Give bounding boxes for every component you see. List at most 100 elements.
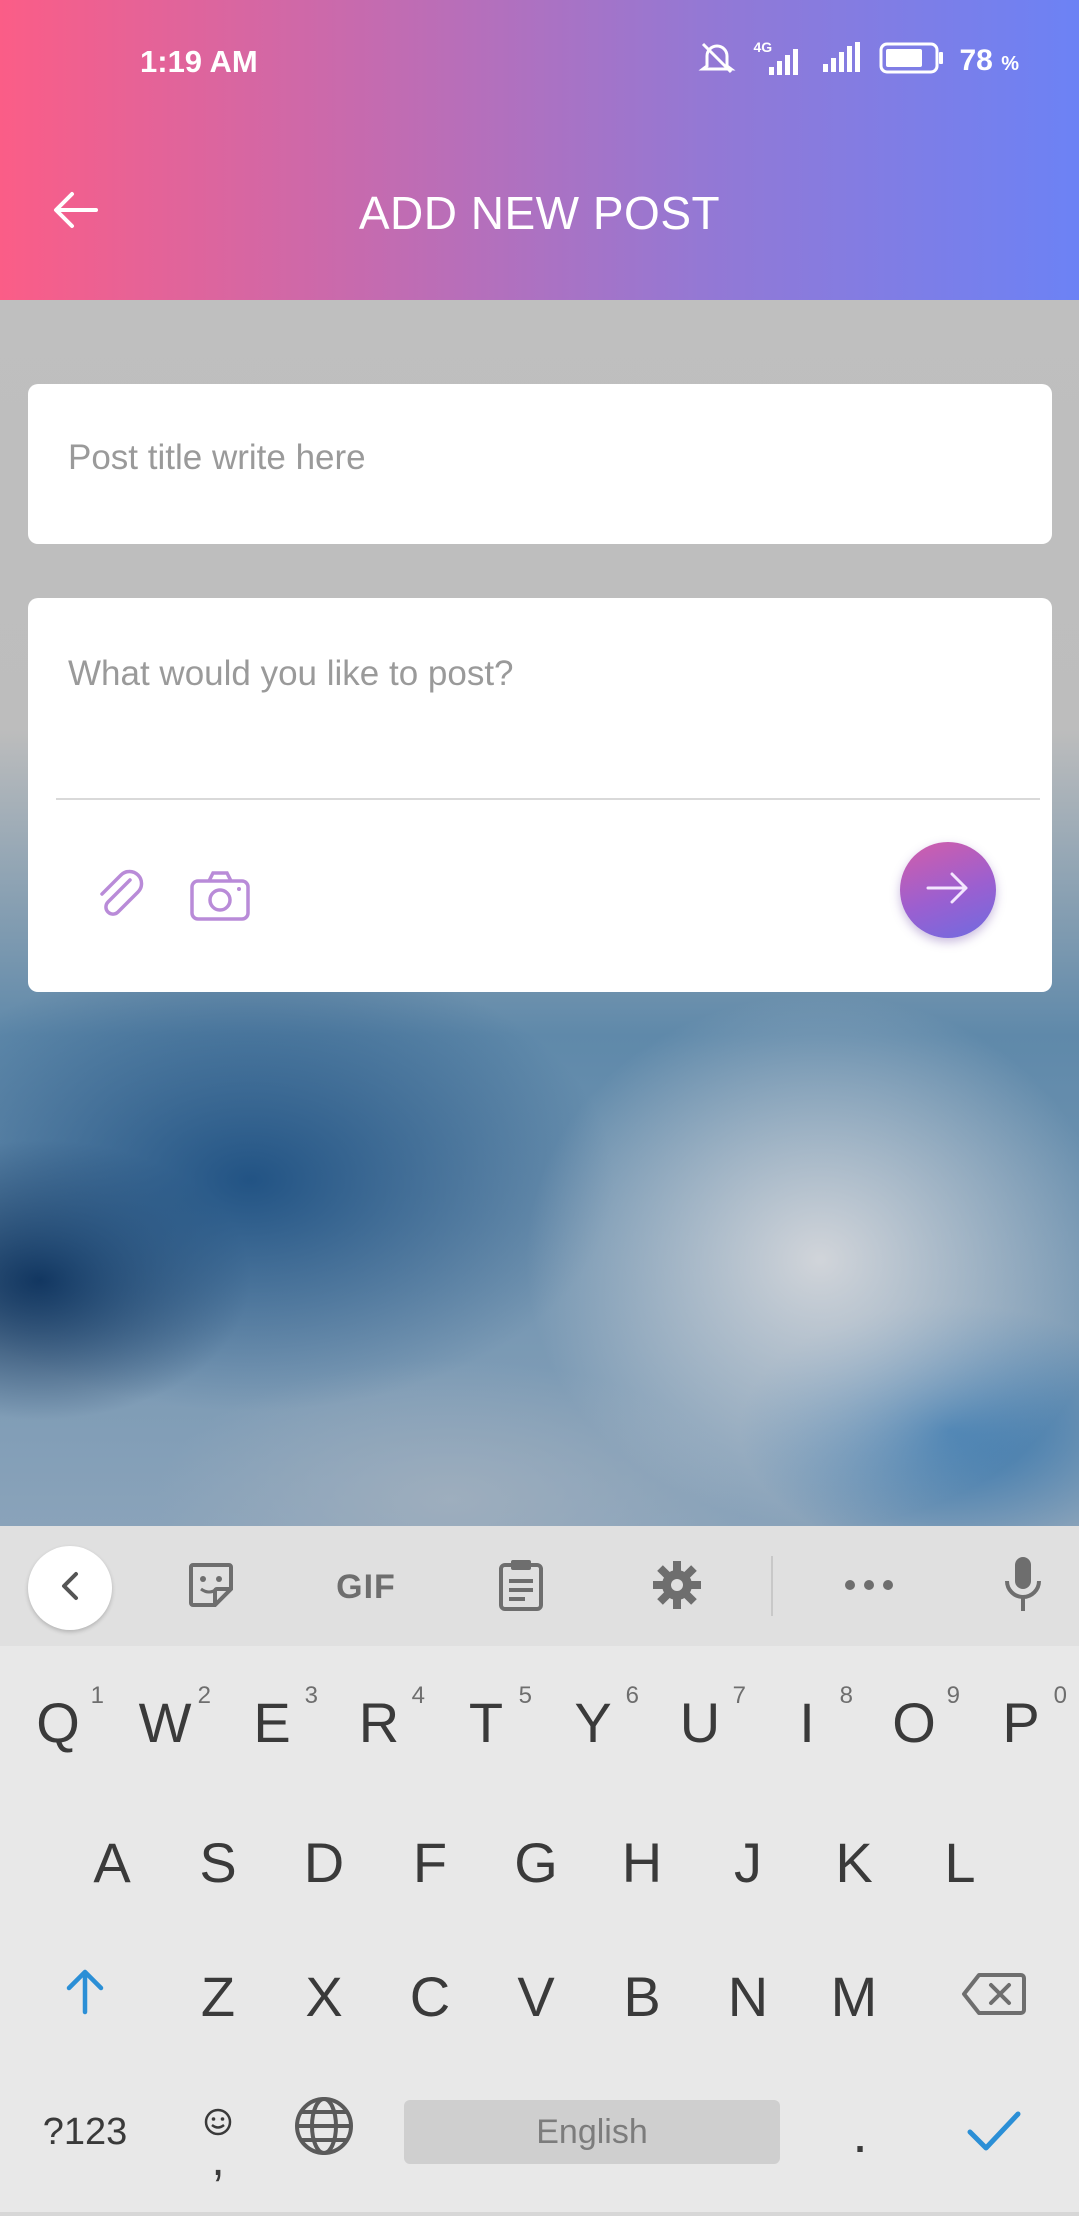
gear-icon (651, 1559, 703, 1616)
voice-input-button[interactable] (988, 1552, 1058, 1622)
battery-percent: 78 % (959, 43, 1019, 77)
key-m[interactable]: M (804, 1946, 904, 2046)
key-label: E (253, 1690, 291, 1754)
key-a[interactable]: A (62, 1812, 162, 1912)
key-number: 9 (946, 1682, 960, 1709)
key-number: 6 (625, 1682, 639, 1709)
key-label: U (679, 1690, 721, 1754)
app-header: 1:19 AM 4G 78 % ADD NEW POST (0, 0, 1079, 300)
status-icons: 4G 78 % (697, 39, 1019, 81)
key-label: Q (36, 1690, 80, 1754)
symbols-key[interactable]: ?123 (35, 2082, 135, 2182)
key-l[interactable]: L (910, 1812, 1010, 1912)
microphone-icon (1001, 1555, 1045, 1620)
key-n[interactable]: N (698, 1946, 798, 2046)
key-label: P (1002, 1690, 1040, 1754)
language-key[interactable] (274, 2082, 374, 2182)
attach-button[interactable] (80, 858, 160, 938)
key-label: I (799, 1690, 815, 1754)
chevron-left-icon (55, 1568, 85, 1609)
silent-bell-icon (697, 40, 737, 81)
period-key[interactable]: . (810, 2082, 910, 2182)
content-area (0, 300, 1079, 1526)
more-icon (843, 1578, 895, 1597)
key-t[interactable]: T5 (436, 1672, 536, 1772)
key-d[interactable]: D (274, 1812, 374, 1912)
space-key[interactable]: English (404, 2100, 780, 2164)
key-k[interactable]: K (804, 1812, 904, 1912)
clipboard-icon (497, 1557, 545, 1618)
clipboard-button[interactable] (486, 1552, 556, 1622)
key-number: 2 (197, 1682, 211, 1709)
key-j[interactable]: J (698, 1812, 798, 1912)
comma-label: , (211, 2132, 225, 2186)
camera-button[interactable] (180, 858, 260, 938)
key-u[interactable]: U7 (650, 1672, 750, 1772)
soft-keyboard: GIF Q1 W2 E3 R4 T5 Y6 U 7 I 8 O 9 P 0 A … (0, 1526, 1079, 2216)
sticker-icon (185, 1559, 237, 1616)
status-time: 1:19 AM (140, 44, 258, 79)
key-z[interactable]: Z (168, 1946, 268, 2046)
more-button[interactable] (834, 1552, 904, 1622)
post-title-card (28, 384, 1052, 544)
gif-button[interactable]: GIF (326, 1552, 406, 1622)
post-body-card (28, 598, 1052, 992)
shift-arrow-icon (63, 1964, 107, 2029)
key-label: R (358, 1690, 400, 1754)
emoji-comma-key[interactable]: , (168, 2082, 268, 2186)
signal-4g-icon: 4G (751, 39, 807, 79)
key-x[interactable]: X (274, 1946, 374, 2046)
status-bar: 1:19 AM 4G 78 % (0, 0, 1079, 120)
checkmark-icon (966, 2100, 1022, 2165)
key-number: 4 (411, 1682, 425, 1709)
arrow-right-icon (924, 868, 972, 913)
sticker-button[interactable] (176, 1552, 246, 1622)
key-h[interactable]: H (592, 1812, 692, 1912)
globe-icon (293, 2095, 355, 2170)
post-body-input[interactable] (68, 654, 1008, 734)
key-q[interactable]: Q1 (8, 1672, 108, 1772)
key-y[interactable]: Y6 (543, 1672, 643, 1772)
key-f[interactable]: F (380, 1812, 480, 1912)
space-key-label: English (536, 2112, 648, 2151)
key-p[interactable]: P0 (971, 1672, 1071, 1772)
gif-label: GIF (336, 1567, 396, 1606)
camera-icon (189, 869, 251, 928)
key-w[interactable]: W2 (115, 1672, 215, 1772)
key-c[interactable]: C (380, 1946, 480, 2046)
backspace-key[interactable] (944, 1946, 1044, 2046)
keyboard-collapse-button[interactable] (28, 1546, 112, 1630)
key-label: T (468, 1690, 504, 1754)
key-s[interactable]: S (168, 1812, 268, 1912)
keyboard-toolbar: GIF (0, 1526, 1079, 1646)
page-title: ADD NEW POST (358, 187, 721, 239)
key-number: 8 (839, 1682, 853, 1709)
key-label: Y (574, 1690, 612, 1754)
settings-button[interactable] (642, 1552, 712, 1622)
enter-key[interactable] (944, 2082, 1044, 2182)
key-number: 0 (1053, 1682, 1067, 1709)
key-number: 1 (90, 1682, 104, 1709)
key-e[interactable]: E3 (222, 1672, 322, 1772)
nav-divider (0, 2212, 1079, 2216)
key-i[interactable]: I8 (757, 1672, 857, 1772)
toolbar-separator (771, 1556, 773, 1616)
backspace-icon (961, 1964, 1027, 2029)
key-number: 5 (518, 1682, 532, 1709)
key-number: 7 (732, 1682, 746, 1709)
battery-icon (879, 41, 945, 80)
paperclip-icon (90, 866, 150, 931)
key-b[interactable]: B (592, 1946, 692, 2046)
key-v[interactable]: V (486, 1946, 586, 2046)
key-label: W (138, 1690, 192, 1754)
divider (56, 798, 1040, 800)
key-o[interactable]: O9 (864, 1672, 964, 1772)
signal-icon (821, 40, 865, 81)
key-label: O (892, 1690, 936, 1754)
key-number: 3 (304, 1682, 318, 1709)
shift-key[interactable] (35, 1946, 135, 2046)
send-post-button[interactable] (900, 842, 996, 938)
post-title-input[interactable] (68, 438, 1008, 478)
key-r[interactable]: R4 (329, 1672, 429, 1772)
key-g[interactable]: G (486, 1812, 586, 1912)
